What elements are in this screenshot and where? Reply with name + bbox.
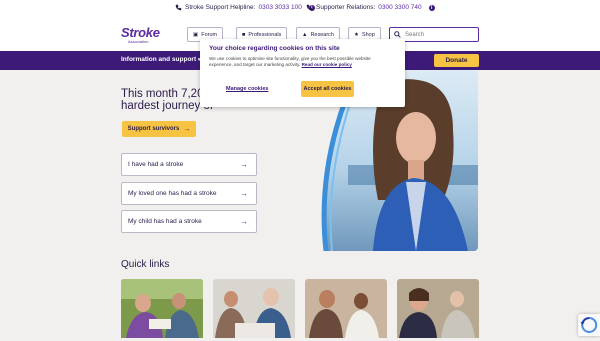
stroke-logo[interactable]: Stroke Association — [121, 25, 160, 44]
arrow-right-icon: → — [240, 189, 248, 198]
choice-label: I have had a stroke — [128, 161, 184, 168]
donate-button[interactable]: Donate — [434, 54, 479, 67]
helpline-support: Stroke Support Helpline: 0303 3033 100 i — [175, 4, 315, 11]
header-button-label: Professionals — [248, 31, 282, 38]
choice-child-had-a-stroke[interactable]: My child has had a stroke → — [121, 210, 257, 233]
recaptcha-icon — [580, 316, 598, 333]
helpline-relations: Supporter Relations: 0300 3300 740 i — [306, 4, 435, 11]
choice-i-have-had-a-stroke[interactable]: I have had a stroke → — [121, 153, 257, 176]
choice-label: My loved one has had a stroke — [128, 190, 217, 197]
helpline-label: Stroke Support Helpline: — [185, 4, 256, 11]
card-image — [305, 279, 387, 338]
accept-all-cookies-button[interactable]: Accept all cookies — [301, 81, 354, 97]
relations-number-link[interactable]: 0300 3300 740 — [378, 4, 421, 11]
quick-links-heading: Quick links — [121, 259, 170, 270]
cookie-dialog-text: We use cookies to optimise site function… — [209, 56, 395, 68]
header-button-label: Shop — [361, 31, 375, 38]
arrow-right-icon: → — [183, 125, 191, 133]
helpline-bar: Stroke Support Helpline: 0303 3033 100 i… — [0, 0, 600, 17]
quick-link-card[interactable] — [121, 279, 203, 338]
header-button-label: Research — [310, 31, 334, 38]
chat-icon: ▣ — [193, 31, 199, 38]
nav-item-label: Information and support — [121, 56, 197, 63]
phone-icon — [306, 4, 313, 11]
arrow-right-icon: → — [240, 160, 248, 169]
phone-icon — [175, 4, 182, 11]
recaptcha-badge[interactable] — [578, 314, 600, 336]
header-button-label: Forum — [201, 31, 218, 38]
info-icon[interactable]: i — [428, 4, 435, 11]
search-placeholder: Search — [405, 31, 425, 38]
quick-link-card[interactable] — [213, 279, 295, 338]
manage-cookies-button[interactable]: Manage cookies — [226, 86, 269, 92]
bag-icon: ★ — [354, 31, 359, 38]
quick-link-card[interactable] — [305, 279, 387, 338]
arrow-right-icon: → — [240, 217, 248, 226]
quick-link-card[interactable] — [397, 279, 479, 338]
cookie-policy-link[interactable]: Read our cookie policy — [302, 62, 352, 67]
card-image — [213, 279, 295, 338]
cookie-dialog-title: Your choice regarding cookies on this si… — [209, 45, 340, 52]
card-image — [121, 279, 203, 338]
support-survivors-button[interactable]: Support survivors → — [122, 121, 196, 137]
cookie-dialog: Your choice regarding cookies on this si… — [200, 39, 405, 107]
choice-label: My child has had a stroke — [128, 218, 202, 225]
choice-loved-one-had-a-stroke[interactable]: My loved one has had a stroke → — [121, 182, 257, 205]
card-image — [397, 279, 479, 338]
search-icon — [394, 31, 401, 38]
helpline-number-link[interactable]: 0303 3033 100 — [258, 4, 301, 11]
research-icon: ▲ — [302, 31, 308, 38]
logo-wordmark: Stroke — [121, 25, 160, 40]
briefcase-icon: ■ — [242, 31, 246, 38]
support-button-label: Support survivors — [127, 126, 180, 132]
relations-label: Supporter Relations: — [316, 4, 376, 11]
nav-item-information-and-support[interactable]: Information and support ▾ — [121, 56, 200, 63]
